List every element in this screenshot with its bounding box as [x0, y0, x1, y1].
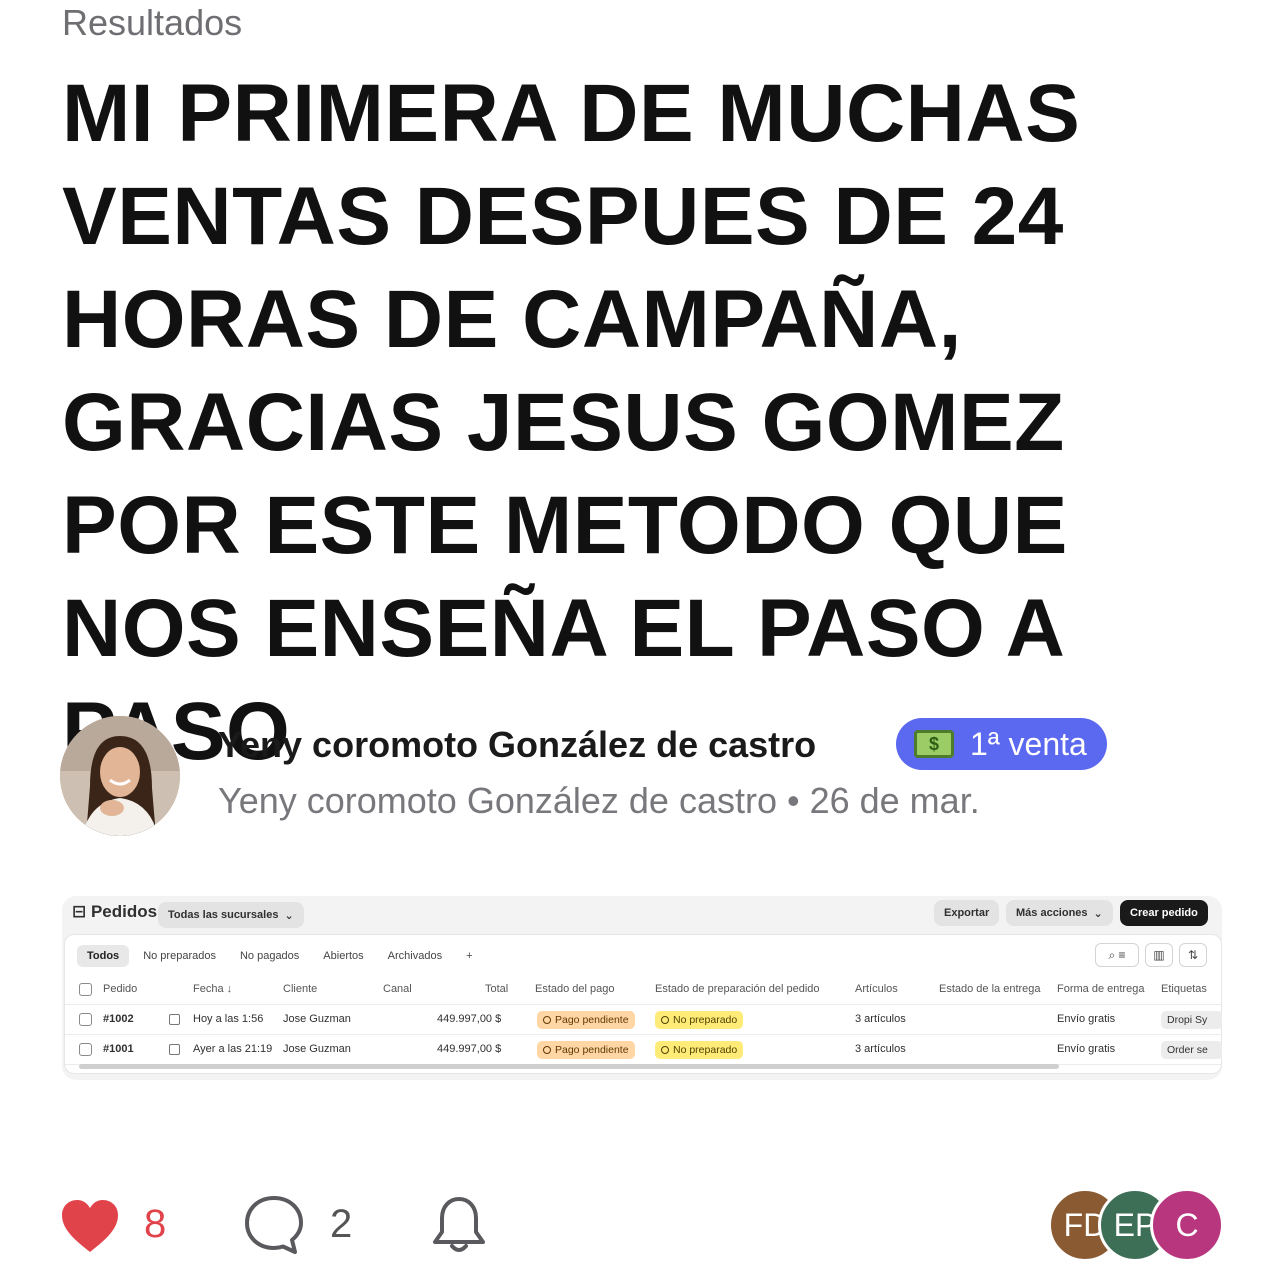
table-row[interactable]: #1002 Hoy a las 1:56 Jose Guzman 449.997… [65, 1005, 1222, 1035]
orders-table: Todos No preparados No pagados Abiertos … [64, 934, 1222, 1074]
comment-count: 2 [330, 1202, 353, 1246]
chevron-down-icon: ⌄ [1093, 907, 1103, 920]
col-cliente: Cliente [283, 983, 318, 995]
author-meta: Yeny coromoto González de castro • 26 de m… [218, 780, 980, 822]
note-icon [169, 1014, 180, 1025]
order-total: 449.997,00 $ [437, 1043, 502, 1055]
heart-icon[interactable] [60, 1198, 120, 1254]
col-estado-preparacion: Estado de preparación del pedido [655, 983, 820, 995]
col-pedido[interactable]: Pedido [103, 983, 137, 995]
tab-no-preparados[interactable]: No preparados [133, 945, 226, 967]
comment-icon[interactable] [243, 1194, 305, 1256]
meta-author-name[interactable]: Yeny coromoto González de castro [218, 780, 777, 821]
chevron-down-icon: ⌄ [284, 909, 294, 922]
col-canal: Canal [383, 983, 412, 995]
order-delivery: Envío gratis [1057, 1043, 1116, 1055]
branch-select[interactable]: Todas las sucursales ⌄ [158, 902, 304, 928]
branch-select-label: Todas las sucursales [168, 909, 279, 921]
sort-icon[interactable]: ⇅ [1179, 943, 1207, 967]
order-client: Jose Guzman [283, 1043, 351, 1055]
like-count: 8 [144, 1202, 167, 1246]
order-client: Jose Guzman [283, 1013, 351, 1025]
post-date: 26 de mar. [809, 780, 980, 821]
col-etiquetas: Etiquetas [1161, 983, 1207, 995]
author-name[interactable]: Yeny coromoto González de castro [218, 724, 816, 766]
avatar-photo [60, 716, 180, 836]
order-delivery: Envío gratis [1057, 1013, 1116, 1025]
order-id[interactable]: #1001 [103, 1043, 134, 1055]
prep-status-badge: No preparado [655, 1011, 744, 1029]
col-fecha[interactable]: Fecha ↓ [193, 983, 232, 995]
post-actions: 8 2 FD EP C [0, 1186, 1284, 1266]
row-checkbox[interactable] [79, 1013, 92, 1026]
col-estado-pago: Estado del pago [535, 983, 615, 995]
more-actions-button[interactable]: Más acciones ⌄ [1006, 900, 1113, 926]
meta-separator: • [786, 780, 800, 821]
avatar[interactable] [60, 716, 180, 836]
prep-status-badge: No preparado [655, 1041, 744, 1059]
orders-title: ⊟ Pedidos [72, 902, 157, 922]
payment-status-badge: Pago pendiente [537, 1011, 635, 1029]
order-date: Ayer a las 21:19 [193, 1043, 273, 1055]
order-items: 3 artículos [855, 1013, 906, 1025]
order-items: 3 artículos [855, 1043, 906, 1055]
orders-icon: ⊟ [72, 902, 91, 921]
tab-abiertos[interactable]: Abiertos [313, 945, 373, 967]
horizontal-scrollbar[interactable] [79, 1064, 1059, 1069]
order-date: Hoy a las 1:56 [193, 1013, 264, 1025]
orders-tabs: Todos No preparados No pagados Abiertos … [77, 943, 483, 969]
order-label: Dropi Sy [1161, 1011, 1222, 1029]
col-estado-entrega: Estado de la entrega [939, 983, 1041, 995]
search-filter-icon[interactable]: ⌕ ≡ [1095, 943, 1139, 967]
col-articulos: Artículos [855, 983, 898, 995]
orders-title-text: Pedidos [90, 902, 158, 921]
tab-archivados[interactable]: Archivados [378, 945, 452, 967]
section-label: Resultados [62, 2, 243, 43]
table-header: Pedido Fecha ↓ Cliente Canal Total Estad… [65, 975, 1221, 1005]
table-row[interactable]: #1001 Ayer a las 21:19 Jose Guzman 449.9… [65, 1035, 1222, 1065]
row-checkbox[interactable] [79, 1043, 92, 1056]
create-order-button[interactable]: Crear pedido [1120, 900, 1208, 926]
author-row: Yeny coromoto González de castro $ 1ª ve… [60, 716, 1240, 840]
tab-todos[interactable]: Todos [77, 945, 130, 967]
select-all-checkbox[interactable] [79, 983, 92, 996]
col-total: Total [485, 983, 509, 995]
bell-icon[interactable] [430, 1194, 488, 1256]
tab-no-pagados[interactable]: No pagados [230, 945, 309, 967]
post-title: MI PRIMERA DE MUCHAS VENTAS DESPUES DE 2… [62, 68, 1081, 777]
participant-avatar[interactable]: C [1150, 1188, 1224, 1262]
payment-status-badge: Pago pendiente [537, 1041, 635, 1059]
money-bill-icon: $ [914, 730, 954, 758]
order-id[interactable]: #1002 [103, 1013, 134, 1025]
orders-screenshot: ⊟ Pedidos Todas las sucursales ⌄ Exporta… [62, 896, 1222, 1080]
order-total: 449.997,00 $ [437, 1013, 502, 1025]
sale-badge: $ 1ª venta [896, 718, 1107, 770]
order-label: Order se [1161, 1041, 1222, 1059]
export-button[interactable]: Exportar [934, 900, 1000, 926]
col-forma-entrega: Forma de entrega [1057, 983, 1145, 995]
columns-icon[interactable]: ▥ [1145, 943, 1173, 967]
badge-label: 1ª venta [970, 725, 1087, 762]
more-actions-label: Más acciones [1016, 907, 1088, 919]
note-icon [169, 1044, 180, 1055]
add-view-button[interactable]: + [456, 945, 482, 967]
